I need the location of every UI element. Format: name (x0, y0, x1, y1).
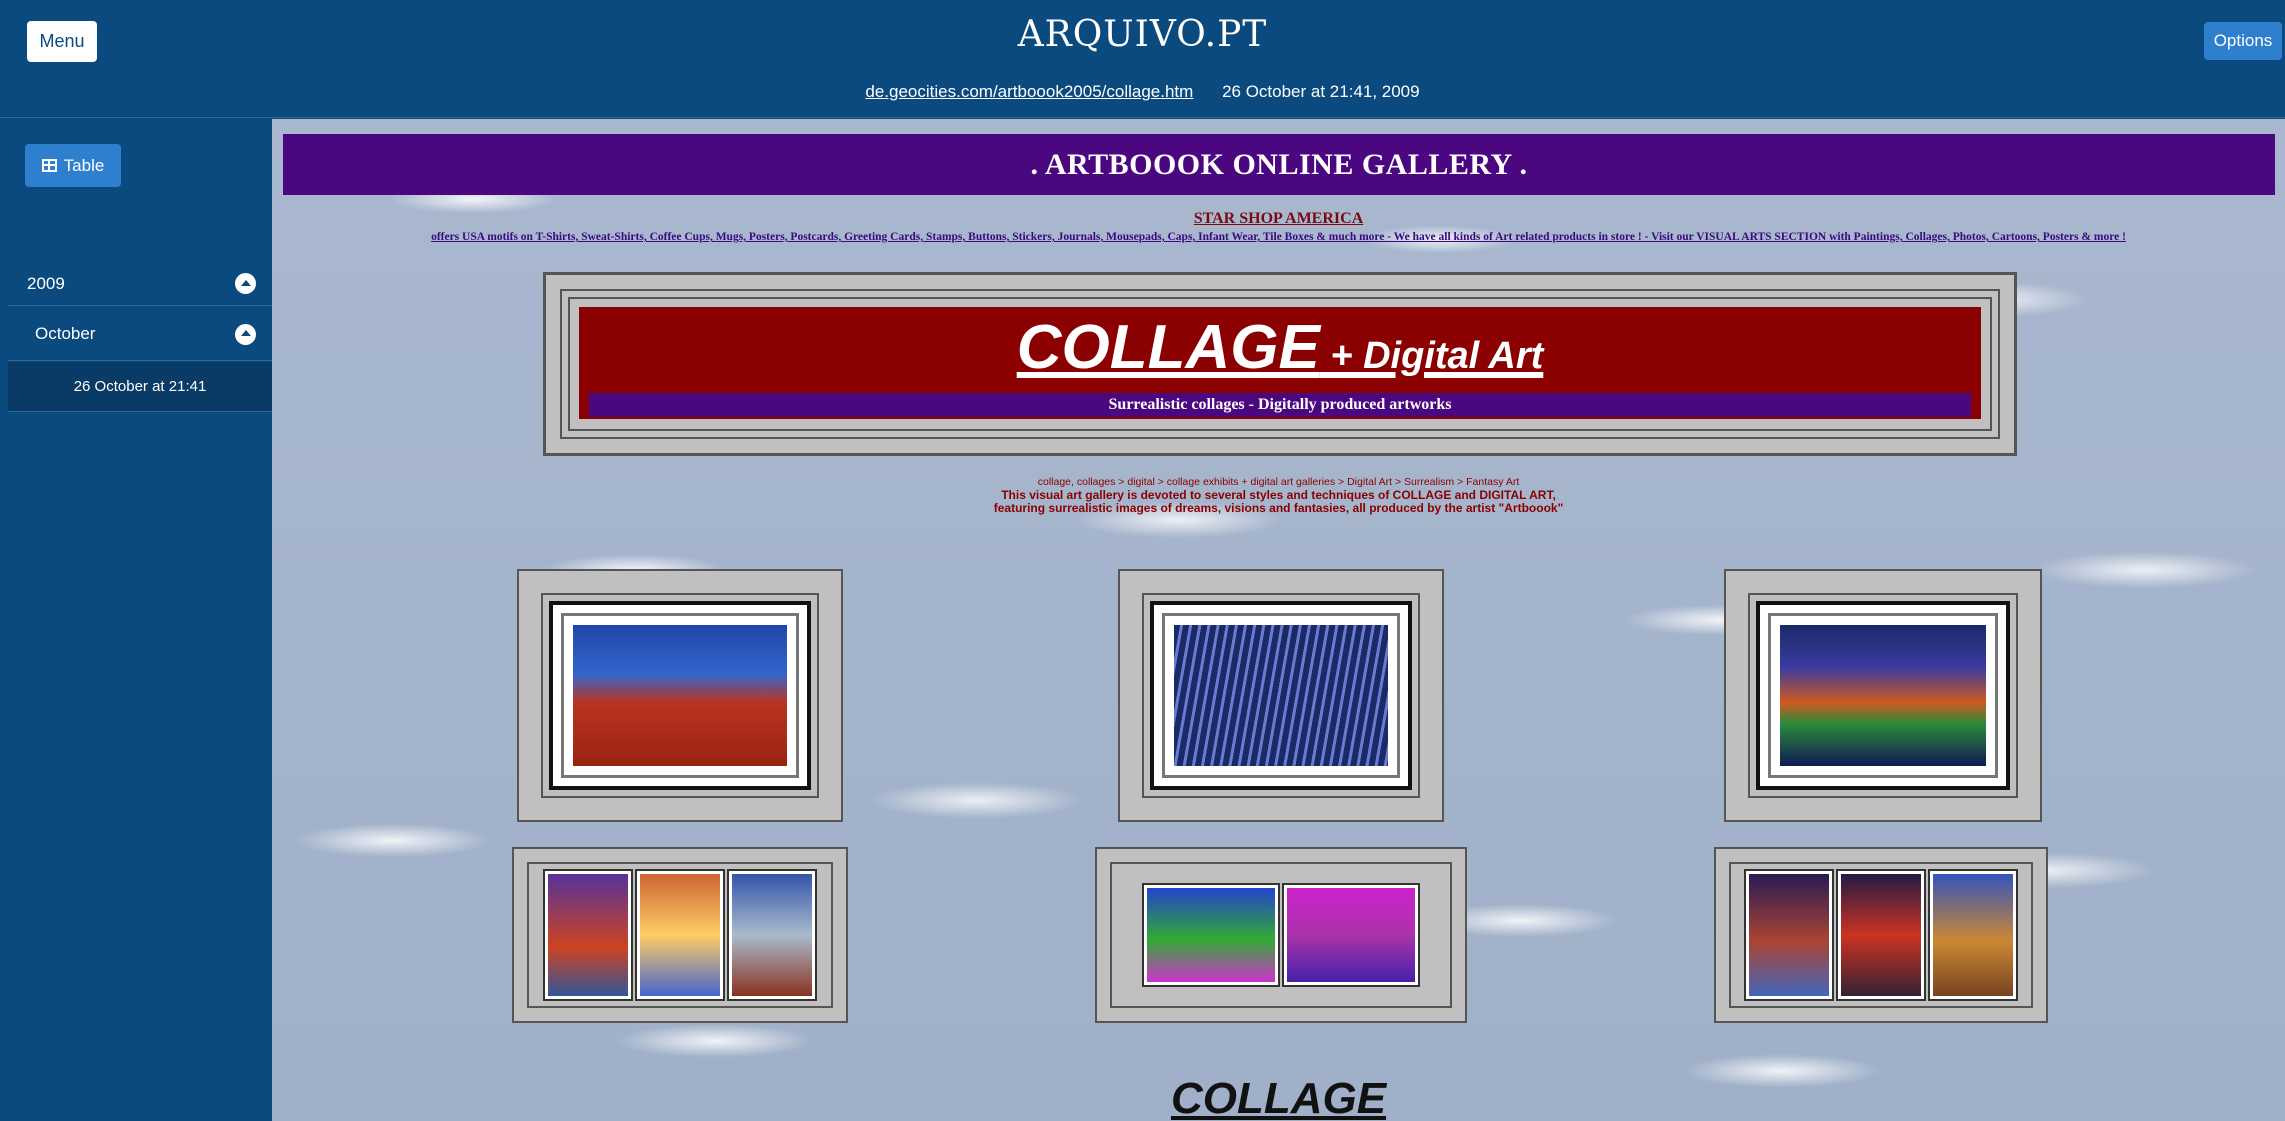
archive-header: Menu ARQUIVO.PT de.geocities.com/artbooo… (0, 0, 2285, 118)
table-button-label: Table (63, 155, 105, 175)
tree-day-label: 26 October at 21:41 (73, 378, 207, 395)
archived-url-link[interactable]: de.geocities.com/artboook2005/collage.ht… (865, 82, 1193, 101)
archive-timestamp: 26 October at 21:41, 2009 (1222, 82, 1420, 101)
thumbnail-image[interactable] (1282, 883, 1420, 987)
thumbnail-image[interactable] (1142, 883, 1280, 987)
table-grid-icon (41, 159, 57, 172)
artwork-image[interactable] (1780, 625, 1986, 766)
thumbnail-group-2 (1095, 847, 1467, 1023)
tree-year-label: 2009 (27, 273, 65, 293)
collage-title-link[interactable]: COLLAGE + Digital Art (579, 315, 1981, 389)
thumbnail-image[interactable] (1928, 869, 2018, 1001)
table-button[interactable]: Table (25, 144, 121, 187)
gallery-banner: . ARTBOOOK ONLINE GALLERY . (283, 134, 2275, 195)
title-frame: COLLAGE + Digital Art Surrealistic colla… (543, 272, 2017, 456)
arquivo-logo[interactable]: ARQUIVO.PT (0, 14, 2285, 55)
star-shop-description-link[interactable]: offers USA motifs on T-Shirts, Sweat-Shi… (272, 231, 2285, 243)
artwork-image[interactable] (1174, 625, 1388, 766)
archived-page-view: . ARTBOOOK ONLINE GALLERY . STAR SHOP AM… (272, 119, 2285, 1121)
framed-artwork-planes[interactable] (517, 569, 843, 822)
collage-section-heading: COLLAGE (1170, 1074, 1387, 1121)
star-shop-link[interactable]: STAR SHOP AMERICA (272, 210, 2285, 228)
framed-artwork-bridge[interactable] (1118, 569, 1444, 822)
thumbnail-image[interactable] (1836, 869, 1926, 1001)
gallery-description: collage, collages > digital > collage ex… (272, 476, 2285, 515)
framed-artwork-city[interactable] (1724, 569, 2042, 822)
thumbnail-group-1 (512, 847, 848, 1023)
thumbnail-image[interactable] (1744, 869, 1834, 1001)
tree-month-october[interactable]: October (8, 308, 272, 361)
sidebar: Table 2009 October 26 October at 21:41 (0, 119, 272, 1121)
description-line-3: featuring surrealistic images of dreams,… (993, 501, 1564, 515)
title-box: COLLAGE + Digital Art Surrealistic colla… (579, 307, 1981, 419)
archived-url-line: de.geocities.com/artboook2005/collage.ht… (0, 82, 2285, 102)
artwork-image[interactable] (573, 625, 787, 766)
thumbnail-image[interactable] (543, 869, 633, 1001)
title-subtitle: Surrealistic collages - Digitally produc… (589, 393, 1971, 417)
tree-day-item[interactable]: 26 October at 21:41 (8, 362, 272, 412)
options-button[interactable]: Options (2204, 22, 2282, 60)
chevron-up-icon[interactable] (235, 273, 256, 294)
chevron-up-icon[interactable] (235, 323, 256, 345)
tree-year-2009[interactable]: 2009 (8, 262, 272, 306)
thumbnail-image[interactable] (635, 869, 725, 1001)
thumbnail-image[interactable] (727, 869, 817, 1001)
thumbnail-group-3 (1714, 847, 2048, 1023)
tree-month-label: October (35, 324, 96, 343)
